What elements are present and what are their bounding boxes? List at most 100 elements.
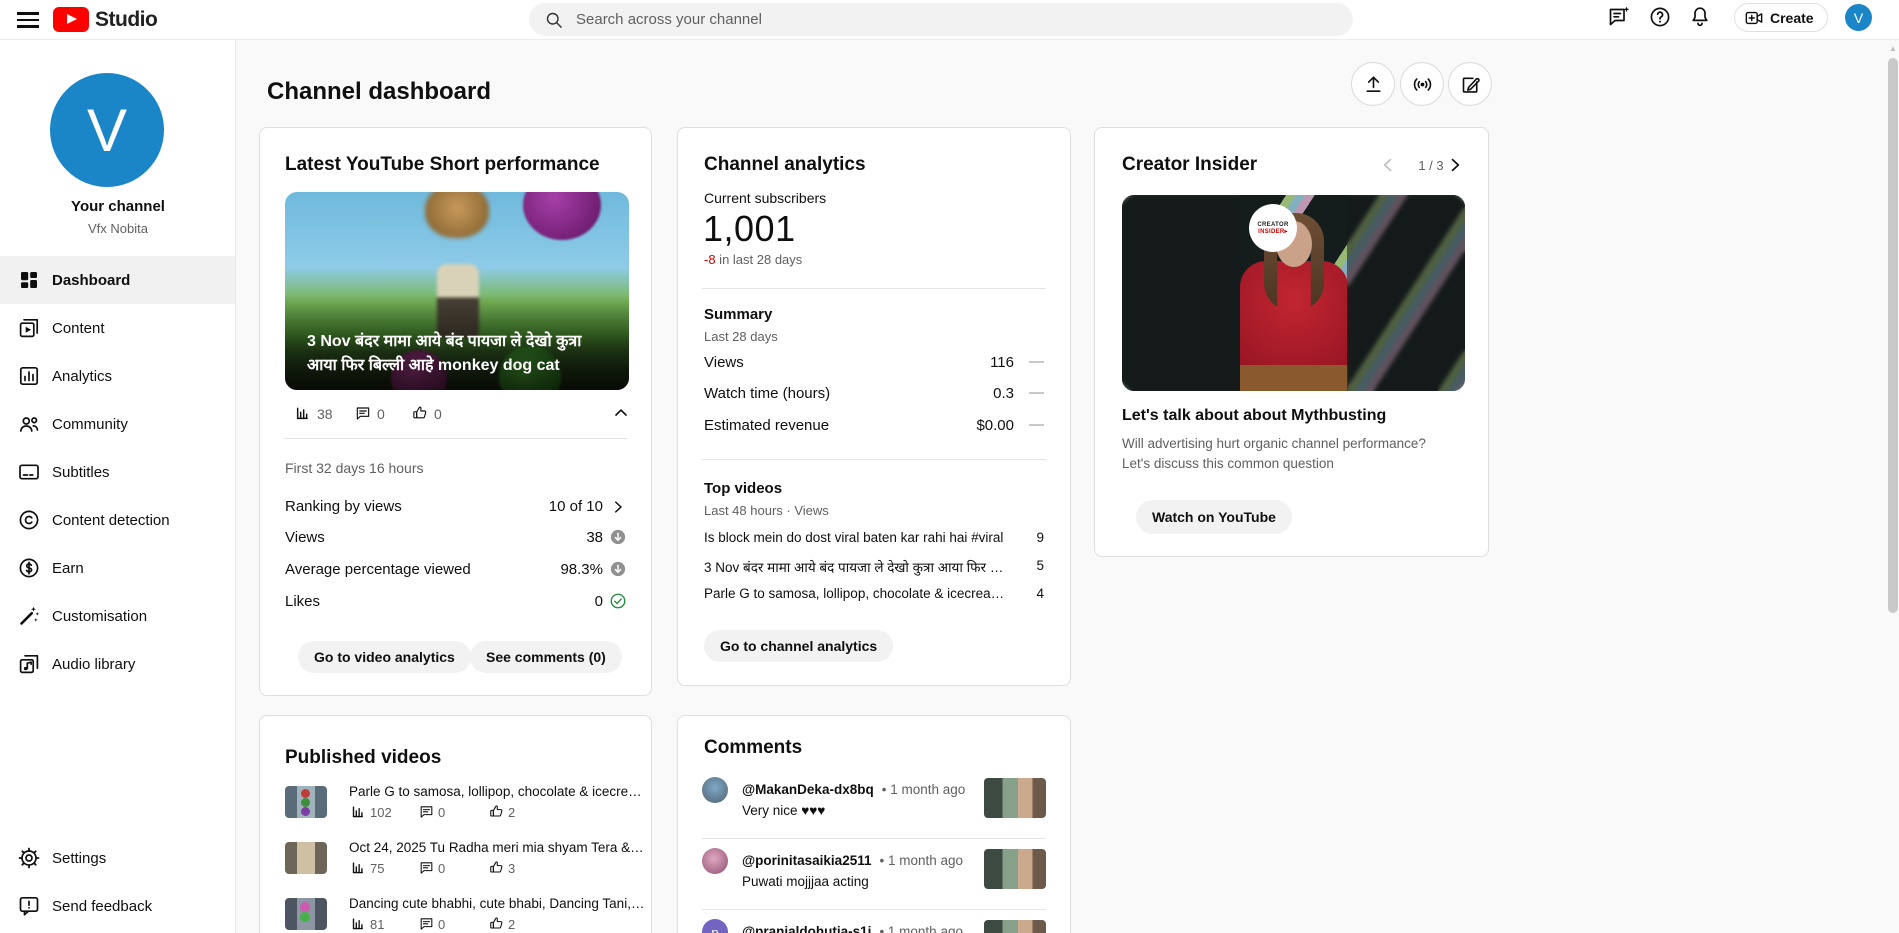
create-post-button[interactable]	[1448, 62, 1492, 106]
short-period-label: First 32 days 16 hours	[285, 460, 424, 476]
metric-value: 38	[586, 529, 603, 546]
commenter-avatar[interactable]: p	[702, 919, 728, 933]
analytics-icon	[17, 364, 41, 388]
studio-logo[interactable]: Studio	[53, 7, 158, 32]
metric-value: 98.3%	[560, 561, 603, 578]
notifications-icon[interactable]	[1688, 5, 1712, 29]
go-live-button[interactable]	[1400, 62, 1444, 106]
comment-icon	[355, 405, 371, 421]
video-comments: 0	[438, 917, 446, 932]
scrollbar-up-arrow[interactable]: ▲	[1888, 44, 1898, 54]
chevron-right-icon[interactable]	[1445, 155, 1465, 175]
account-avatar[interactable]: V	[1845, 4, 1872, 31]
commenter-name[interactable]: @pranjaldohutia-s1j • 1 month ago	[742, 924, 963, 933]
sidebar-item-earn[interactable]: Earn	[0, 544, 235, 592]
short-video-thumbnail[interactable]: 3 Nov बंदर मामा आये बंद पायजा ले देखो कु…	[285, 192, 629, 390]
watch-on-youtube-button[interactable]: Watch on YouTube	[1136, 500, 1292, 534]
search-icon	[544, 10, 564, 30]
published-video-row[interactable]: Parle G to samosa, lollipop, chocolate &…	[260, 784, 653, 838]
check-circle-icon	[609, 592, 627, 610]
sidebar-item-content[interactable]: Content	[0, 304, 235, 352]
commenter-avatar[interactable]	[702, 777, 728, 803]
no-change-dash: —	[1029, 416, 1044, 433]
sidebar-item-audio-library[interactable]: Audio library	[0, 640, 235, 688]
comment-video-thumbnail[interactable]	[984, 920, 1046, 933]
short-views-count: 38	[317, 406, 333, 422]
video-title: Parle G to samosa, lollipop, chocolate &…	[349, 784, 642, 799]
sidebar-item-content-detection[interactable]: Content detection	[0, 496, 235, 544]
top-bar: Studio Create V	[0, 0, 1899, 40]
chevron-right-icon[interactable]	[609, 498, 627, 516]
top-video-row[interactable]: 3 Nov बंदर मामा आये बंद पायजा ले देखो कु…	[704, 558, 1014, 576]
youtube-play-icon	[53, 7, 89, 32]
insider-video-title: Let's talk about about Mythbusting	[1122, 407, 1387, 424]
channel-avatar[interactable]: V	[50, 73, 164, 187]
no-change-dash: —	[1029, 384, 1044, 401]
see-comments-button[interactable]: See comments (0)	[470, 641, 622, 673]
scrollbar-thumb[interactable]	[1888, 58, 1898, 613]
create-button[interactable]: Create	[1734, 3, 1828, 32]
video-title: Dancing cute bhabhi, cute bhabi, Dancing…	[349, 896, 645, 911]
wand-icon	[17, 604, 41, 628]
video-thumbnail	[285, 842, 327, 874]
bar-chart-icon	[295, 405, 311, 421]
feedback-icon	[17, 894, 41, 918]
feedback-sparkle-icon[interactable]	[1607, 5, 1631, 29]
sidebar-item-send-feedback[interactable]: Send feedback	[0, 882, 235, 930]
published-video-row[interactable]: Oct 24, 2025 Tu Radha meri mia shyam Ter…	[260, 840, 653, 894]
video-likes: 2	[508, 805, 516, 820]
search-bar	[529, 3, 1353, 36]
go-to-video-analytics-button[interactable]: Go to video analytics	[298, 641, 471, 673]
thumb-up-icon	[412, 405, 428, 421]
chevron-up-icon[interactable]	[611, 403, 631, 423]
metric-label: Views	[285, 529, 325, 546]
top-videos-period: Last 48 hours · Views	[704, 503, 829, 518]
sidebar-item-dashboard[interactable]: Dashboard	[0, 256, 235, 304]
comment-video-thumbnail[interactable]	[984, 778, 1046, 818]
edit-icon	[1459, 73, 1482, 96]
insider-video-thumbnail[interactable]: CREATOR INSIDER▸	[1122, 195, 1465, 391]
video-comments: 0	[438, 861, 446, 876]
sidebar-item-community[interactable]: Community	[0, 400, 235, 448]
thumb-up-icon	[489, 860, 504, 875]
upload-videos-button[interactable]	[1351, 62, 1395, 106]
commenter-name[interactable]: @MakanDeka-dx8bq • 1 month ago	[742, 782, 965, 797]
video-thumbnail	[285, 898, 327, 930]
comment-video-thumbnail[interactable]	[984, 849, 1046, 889]
divider	[284, 438, 627, 439]
summary-row-value: $0.00	[976, 417, 1014, 434]
page-title: Channel dashboard	[267, 78, 492, 105]
thumb-up-icon	[489, 804, 504, 819]
create-label: Create	[1770, 9, 1814, 26]
video-views: 81	[370, 917, 385, 932]
subscribers-count: 1,001	[703, 208, 796, 249]
dollar-icon	[17, 556, 41, 580]
summary-row-value: 116	[990, 354, 1014, 371]
menu-icon[interactable]	[14, 8, 42, 32]
divider	[702, 838, 1046, 839]
sidebar-item-customisation[interactable]: Customisation	[0, 592, 235, 640]
video-views: 102	[370, 805, 392, 820]
help-icon[interactable]	[1648, 5, 1672, 29]
sidebar-item-analytics[interactable]: Analytics	[0, 352, 235, 400]
summary-row-label: Views	[704, 354, 744, 371]
summary-period: Last 28 days	[704, 329, 778, 344]
sidebar-item-subtitles[interactable]: Subtitles	[0, 448, 235, 496]
commenter-name[interactable]: @porinitasaikia2511 • 1 month ago	[742, 853, 963, 868]
comments-card: Comments @MakanDeka-dx8bq • 1 month ago V…	[677, 715, 1071, 933]
top-video-row[interactable]: Is block mein do dost viral baten kar ra…	[704, 530, 1014, 545]
short-video-title: 3 Nov बंदर मामा आये बंद पायजा ले देखो कु…	[307, 333, 582, 374]
creator-insider-card: Creator Insider 1 / 3 CREATOR INSIDER▸ L…	[1094, 127, 1489, 557]
youtube-studio-app: Studio Create V V Your channel Vfx Nobit…	[0, 0, 1899, 933]
commenter-avatar[interactable]	[702, 848, 728, 874]
search-input[interactable]	[576, 11, 1353, 28]
published-video-row[interactable]: Dancing cute bhabhi, cute bhabi, Dancing…	[260, 896, 653, 933]
bar-chart-icon	[351, 916, 366, 931]
top-video-row[interactable]: Parle G to samosa, lollipop, chocolate &…	[704, 586, 1014, 601]
no-change-dash: —	[1029, 353, 1044, 370]
chevron-left-icon[interactable]	[1378, 155, 1398, 175]
sidebar-item-settings[interactable]: Settings	[0, 834, 235, 882]
go-to-channel-analytics-button[interactable]: Go to channel analytics	[704, 630, 894, 662]
summary-row-label: Watch time (hours)	[704, 385, 831, 402]
video-title: Oct 24, 2025 Tu Radha meri mia shyam Ter…	[349, 840, 645, 855]
